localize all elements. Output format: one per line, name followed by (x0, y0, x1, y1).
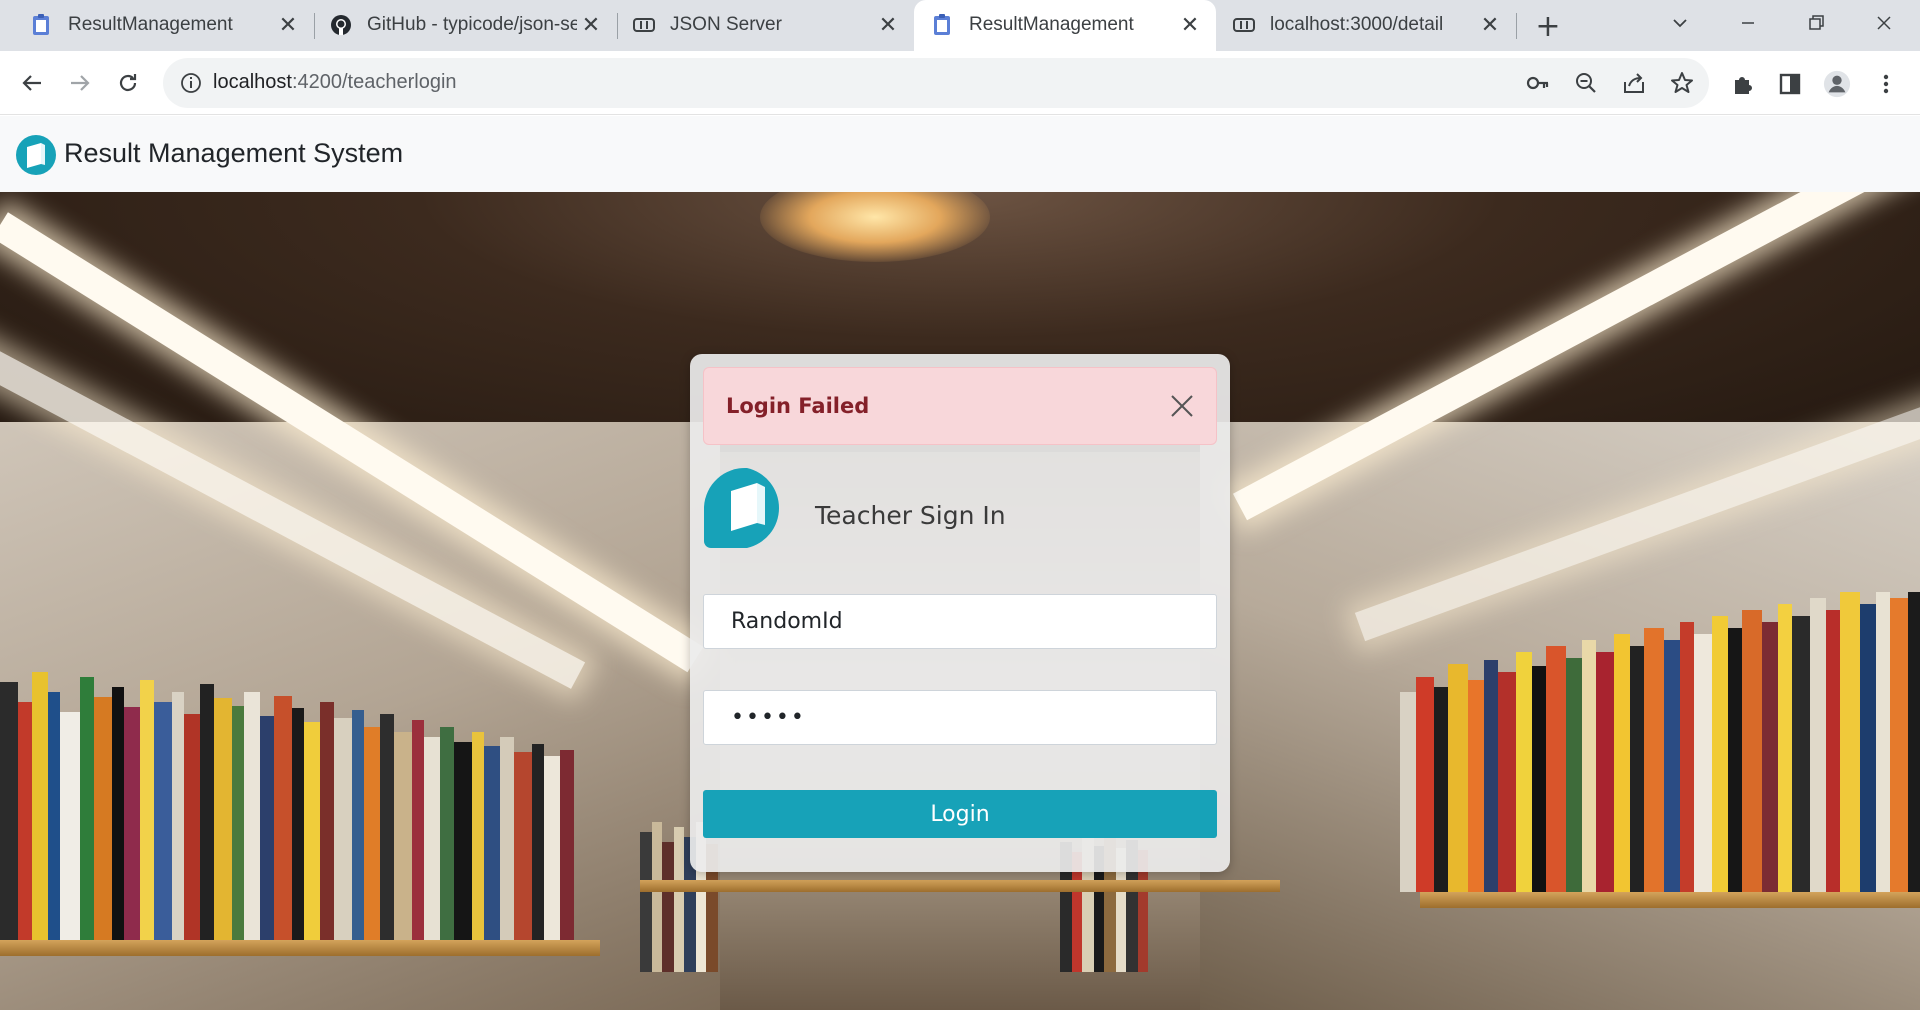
extensions-puzzle-icon[interactable] (1729, 70, 1757, 98)
tab-title: JSON Server (670, 14, 782, 35)
bookshelf-left (0, 642, 580, 942)
teacher-id-input[interactable] (703, 594, 1217, 649)
bookmark-star-icon[interactable] (1669, 70, 1695, 96)
tab-title: ResultManagement (969, 14, 1134, 35)
share-icon[interactable] (1621, 70, 1647, 96)
key-icon[interactable] (1525, 70, 1551, 96)
forward-arrow-icon[interactable] (62, 65, 98, 101)
reload-icon[interactable] (110, 65, 146, 101)
tab-close-icon[interactable]: ✕ (1178, 13, 1202, 38)
tab-separator (1516, 13, 1517, 39)
shelf-back (640, 880, 1280, 892)
alert-close-icon[interactable] (1164, 388, 1200, 424)
tab-json-server[interactable]: JSON Server ✕ (618, 0, 914, 51)
tab-search-chevron-icon[interactable] (1660, 6, 1700, 40)
new-tab-button[interactable]: + (1530, 9, 1566, 44)
url-host: localhost (213, 71, 292, 93)
restore-icon[interactable] (1796, 6, 1836, 40)
json-server-icon (1233, 18, 1255, 32)
app-brand[interactable]: Result Management System (64, 138, 403, 169)
signin-title: Teacher Sign In (815, 501, 1006, 530)
json-server-icon (633, 18, 655, 32)
clipboard-icon (934, 14, 950, 35)
tab-title: ResultManagement (68, 14, 233, 35)
zoom-out-icon[interactable] (1573, 70, 1599, 96)
teacher-login-card: Login Failed Teacher Sign In Login (690, 354, 1230, 872)
site-info-icon[interactable] (179, 71, 203, 95)
side-panel-icon[interactable] (1776, 70, 1804, 98)
github-icon (331, 15, 351, 35)
login-button[interactable]: Login (703, 790, 1217, 838)
tab-result-management-active[interactable]: ResultManagement ✕ (914, 0, 1216, 51)
tab-close-icon[interactable]: ✕ (276, 13, 300, 38)
tab-strip: ResultManagement ✕ GitHub - typicode/jso… (0, 0, 1920, 51)
tab-github[interactable]: GitHub - typicode/json-se ✕ (315, 0, 617, 51)
tab-title: GitHub - typicode/json-se (367, 14, 577, 35)
book-logo-icon (704, 467, 779, 548)
tab-localhost-detail[interactable]: localhost:3000/detail ✕ (1216, 0, 1516, 51)
back-arrow-icon[interactable] (14, 65, 50, 101)
clipboard-icon (33, 14, 49, 35)
url-path: :4200/teacherlogin (291, 71, 457, 93)
address-bar[interactable]: localhost:4200/teacherlogin (163, 58, 1709, 108)
tab-result-management-1[interactable]: ResultManagement ✕ (0, 0, 314, 51)
browser-toolbar: localhost:4200/teacherlogin (0, 51, 1920, 115)
shelf-left (0, 940, 600, 956)
tab-title: localhost:3000/detail (1270, 14, 1444, 35)
tab-close-icon[interactable]: ✕ (579, 13, 603, 38)
shelf-right (1420, 892, 1920, 908)
window-close-icon[interactable] (1864, 6, 1904, 40)
profile-avatar-icon[interactable] (1823, 70, 1851, 98)
password-input[interactable] (703, 690, 1217, 745)
alert-message: Login Failed (726, 394, 870, 418)
minimize-icon[interactable] (1728, 6, 1768, 40)
app-navbar: Result Management System (0, 116, 1920, 192)
menu-kebab-icon[interactable] (1872, 70, 1900, 98)
tab-close-icon[interactable]: ✕ (876, 13, 900, 38)
url-text: localhost:4200/teacherlogin (213, 71, 457, 94)
login-failed-alert: Login Failed (703, 367, 1217, 445)
tab-close-icon[interactable]: ✕ (1478, 13, 1502, 38)
book-logo-icon[interactable] (15, 134, 57, 176)
bookshelf-right (1400, 592, 1920, 892)
